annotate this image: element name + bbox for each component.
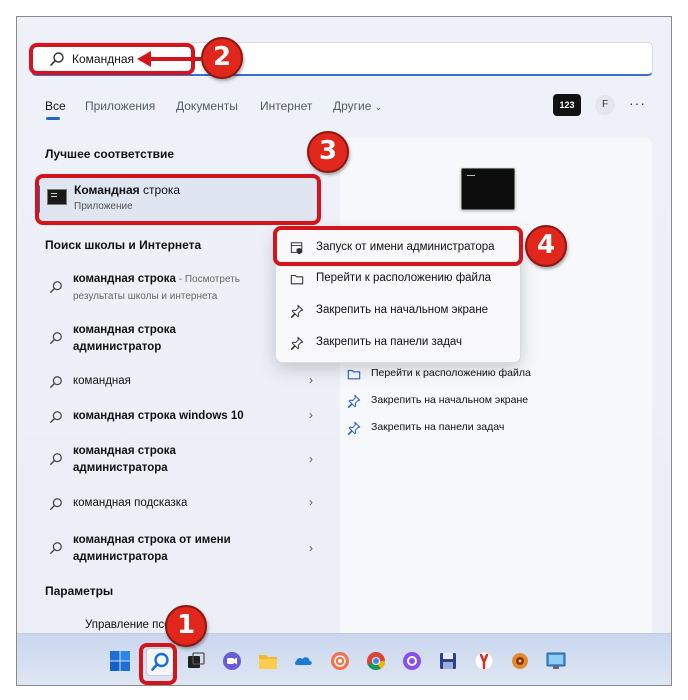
pin-icon	[290, 304, 304, 318]
command-prompt-icon-large	[461, 168, 515, 210]
search-icon	[50, 498, 62, 510]
step-badge-4: 4	[525, 225, 567, 267]
settings-heading: Параметры	[45, 584, 114, 598]
preview-action-pin-start[interactable]: Закрепить на начальном экране	[347, 392, 637, 412]
highlight-taskbar-search	[139, 643, 177, 685]
chat-icon[interactable]	[221, 650, 243, 672]
callout-arrow-icon	[137, 51, 201, 67]
chrome-icon[interactable]	[365, 650, 387, 672]
step-badge-3: 3	[307, 131, 349, 173]
chevron-right-icon: ›	[309, 541, 313, 555]
list-item[interactable]: командная строка windows 10 ›	[37, 408, 323, 428]
preview-action-label: Закрепить на начальном экране	[371, 394, 529, 406]
suggestion-bold: командная строка	[73, 273, 176, 285]
active-tab-indicator	[46, 117, 60, 120]
suggestion-rest: командная	[73, 375, 131, 387]
pin-icon	[347, 421, 361, 435]
save-disk-icon[interactable]	[437, 650, 459, 672]
suggestion-bold: командная строка администратора	[73, 445, 176, 474]
highlight-run-as-admin	[273, 226, 523, 266]
list-item[interactable]: командная подсказка ›	[37, 495, 323, 515]
menu-item-pin-taskbar[interactable]: Закрепить на панели задач	[280, 328, 516, 358]
menu-item-open-location[interactable]: Перейти к расположению файла	[280, 264, 516, 294]
yandex-browser-icon[interactable]	[473, 650, 495, 672]
chevron-right-icon: ›	[309, 495, 313, 509]
web-search-heading: Поиск школы и Интернета	[45, 238, 202, 252]
search-icon	[50, 411, 62, 423]
list-item[interactable]: командная ›	[37, 373, 323, 393]
chevron-down-icon: ⌄	[374, 102, 383, 112]
suggestion-bold: командная строка администратор	[73, 324, 176, 353]
taskbar	[17, 633, 671, 685]
chevron-right-icon: ›	[309, 408, 313, 422]
avatar[interactable]: F	[595, 95, 615, 115]
screenshot-frame: Командная Все Приложения Документы Интер…	[16, 16, 672, 686]
search-flyout: Командная Все Приложения Документы Интер…	[17, 17, 671, 633]
preview-action-label: Закрепить на панели задач	[371, 421, 505, 433]
pin-icon	[347, 394, 361, 408]
app-icon-monitor[interactable]	[545, 650, 567, 672]
suggestion-bold: командная строка windows 10	[73, 410, 244, 422]
more-options-icon[interactable]: ···	[629, 95, 646, 111]
task-view-icon[interactable]	[185, 650, 207, 672]
step-badge-1: 1	[165, 605, 207, 647]
points-badge[interactable]: 123	[553, 94, 581, 116]
folder-icon	[290, 274, 304, 285]
suggestion-rest: командная подсказка	[73, 497, 188, 509]
preview-action-label: Перейти к расположению файла	[371, 367, 531, 379]
tab-web[interactable]: Интернет	[260, 99, 312, 113]
menu-item-pin-start[interactable]: Закрепить на начальном экране	[280, 296, 516, 326]
app-icon-flower[interactable]	[509, 650, 531, 672]
search-icon	[50, 332, 62, 344]
pin-icon	[290, 336, 304, 350]
file-explorer-icon[interactable]	[257, 650, 279, 672]
windows-start-icon[interactable]	[109, 650, 131, 672]
chevron-right-icon: ›	[309, 452, 313, 466]
list-item[interactable]: командная строка от имени администратора…	[37, 532, 323, 568]
app-icon-orange-circle[interactable]	[329, 650, 351, 672]
alice-assistant-icon[interactable]	[401, 650, 423, 672]
best-match-heading: Лучшее соответствие	[45, 147, 175, 161]
tab-more[interactable]: Другие ⌄	[333, 99, 382, 113]
menu-item-label: Закрепить на начальном экране	[316, 304, 489, 316]
highlight-best-match	[35, 174, 321, 225]
search-icon	[50, 453, 62, 465]
preview-pane	[340, 138, 652, 633]
search-icon	[50, 376, 62, 388]
onedrive-icon[interactable]	[293, 650, 315, 672]
tab-all[interactable]: Все	[45, 99, 66, 113]
search-icon	[50, 542, 62, 554]
preview-action-pin-taskbar[interactable]: Закрепить на панели задач	[347, 419, 637, 439]
suggestion-bold: командная строка от имени администратора	[73, 534, 231, 563]
folder-icon	[347, 369, 361, 380]
menu-item-label: Закрепить на панели задач	[316, 336, 463, 348]
chevron-right-icon: ›	[309, 373, 313, 387]
preview-action-open-location[interactable]: Перейти к расположению файла	[347, 365, 637, 385]
tab-documents[interactable]: Документы	[176, 99, 238, 113]
search-icon	[50, 281, 62, 293]
tab-more-label: Другие	[333, 99, 372, 113]
step-badge-2: 2	[201, 37, 243, 79]
menu-item-label: Перейти к расположению файла	[316, 272, 492, 284]
list-item[interactable]: командная строка администратора ›	[37, 443, 323, 479]
tab-apps[interactable]: Приложения	[85, 99, 155, 113]
